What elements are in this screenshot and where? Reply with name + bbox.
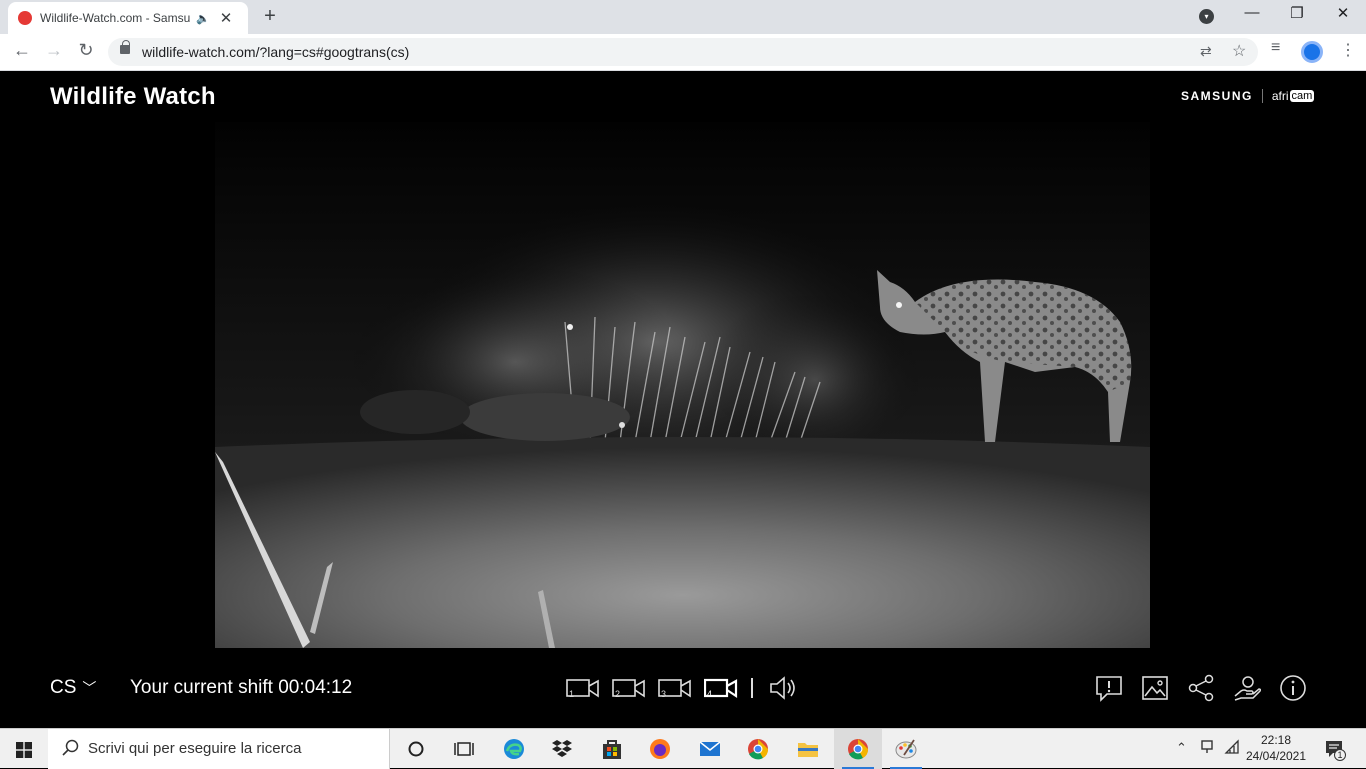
paint-palette-icon	[895, 739, 917, 759]
file-explorer-app[interactable]	[784, 729, 832, 769]
chrome-app-1[interactable]	[734, 729, 782, 769]
share-icon	[1188, 674, 1214, 702]
browser-tab-strip: Wildlife-Watch.com - Samsung 🔈 ✕ + ▾ — ❐…	[0, 0, 1366, 34]
volume-button[interactable]	[768, 674, 796, 702]
chrome-icon	[748, 739, 769, 760]
cortana-circle-icon	[408, 741, 424, 757]
camera-4-button-selected[interactable]: 4	[703, 676, 738, 700]
minimize-button[interactable]: —	[1240, 4, 1264, 21]
info-icon	[1280, 675, 1306, 701]
edge-app[interactable]	[490, 729, 538, 769]
camera-1-button[interactable]: 1	[566, 676, 600, 700]
windows-start-icon[interactable]	[16, 742, 32, 758]
tab-close-icon[interactable]: ✕	[220, 9, 233, 27]
windows-taskbar: Scrivi qui per eseguire la ricerca ⌃ 22:…	[0, 728, 1366, 769]
task-view-button[interactable]	[440, 729, 488, 769]
search-placeholder: Scrivi qui per eseguire la ricerca	[88, 740, 302, 757]
paint-app[interactable]	[882, 729, 930, 769]
language-selector[interactable]: CS ﹀	[50, 677, 96, 699]
cortana-button[interactable]	[392, 729, 440, 769]
store-bag-icon	[603, 740, 621, 759]
image-icon	[1142, 676, 1168, 700]
browser-tab[interactable]: Wildlife-Watch.com - Samsung 🔈 ✕	[8, 2, 248, 34]
dropbox-icon	[552, 740, 572, 757]
africam-logo-highlight: cam	[1289, 90, 1315, 102]
tab-search-icon[interactable]: ▾	[1199, 9, 1214, 24]
taskbar-search-box[interactable]: Scrivi qui per eseguire la ricerca	[48, 729, 390, 769]
task-view-icon	[454, 742, 474, 756]
new-tab-button[interactable]: +	[258, 5, 282, 28]
video-camera-icon: 3	[658, 679, 691, 699]
speaker-icon	[770, 676, 795, 700]
svg-text:2: 2	[615, 689, 620, 699]
edge-icon	[504, 739, 524, 759]
url-text[interactable]: wildlife-watch.com/?lang=cs#googtrans(cs…	[142, 44, 409, 60]
back-button[interactable]: ←	[10, 40, 34, 61]
store-app[interactable]	[588, 729, 636, 769]
hand-heart-icon	[1234, 676, 1262, 701]
share-button[interactable]	[1187, 674, 1215, 702]
video-camera-icon: 2	[612, 679, 645, 699]
restore-button[interactable]: ❐	[1285, 4, 1309, 22]
reading-list-icon[interactable]: ≡	[1271, 39, 1280, 57]
firefox-icon	[650, 739, 670, 759]
clock-time: 22:18	[1260, 733, 1292, 747]
svg-text:3: 3	[661, 689, 666, 699]
network-device-icon[interactable]	[1200, 739, 1214, 758]
info-button[interactable]	[1279, 674, 1307, 702]
shift-timer: 00:04:12	[278, 677, 353, 698]
donate-button[interactable]	[1233, 674, 1262, 702]
brand-divider	[1261, 89, 1263, 103]
forward-button[interactable]: →	[42, 40, 66, 61]
system-clock[interactable]: 22:18 24/04/2021	[1236, 732, 1316, 764]
notification-center-button[interactable]: 1	[1324, 739, 1346, 761]
audio-playing-icon[interactable]: 🔈	[196, 12, 210, 25]
report-button[interactable]	[1095, 674, 1123, 702]
window-close-button[interactable]: ✕	[1331, 4, 1355, 22]
camera-3-button[interactable]: 3	[658, 676, 692, 700]
camera-2-button[interactable]: 2	[612, 676, 646, 700]
browser-toolbar: ← → ↻ wildlife-watch.com/?lang=cs#googtr…	[0, 34, 1366, 71]
recording-icon	[18, 11, 32, 25]
folder-icon	[798, 743, 818, 757]
chevron-down-icon: ﹀	[82, 680, 97, 696]
firefox-app[interactable]	[636, 729, 684, 769]
live-camera-video[interactable]	[215, 122, 1150, 648]
svg-text:1: 1	[569, 689, 574, 699]
chrome-app-active[interactable]	[834, 729, 882, 769]
bookmark-star-icon[interactable]: ☆	[1232, 41, 1246, 61]
controls-divider	[751, 678, 753, 698]
mail-envelope-icon	[699, 741, 721, 756]
browser-menu-icon[interactable]: ⋮	[1340, 40, 1356, 60]
mail-app[interactable]	[686, 729, 734, 769]
dropbox-app[interactable]	[538, 729, 586, 769]
svg-text:4: 4	[707, 689, 712, 699]
translate-icon[interactable]: ⇄	[1200, 43, 1212, 60]
video-camera-icon: 1	[566, 679, 599, 699]
language-code: CS	[50, 677, 77, 698]
tab-title: Wildlife-Watch.com - Samsung	[40, 11, 190, 25]
report-alert-icon	[1096, 676, 1122, 702]
shift-label: Your current shift	[130, 677, 273, 698]
brand-logos: SAMSUNG afri cam	[1181, 89, 1315, 103]
chrome-icon	[848, 739, 869, 760]
search-icon	[62, 739, 79, 756]
clock-date: 24/04/2021	[1245, 749, 1307, 763]
notification-count: 1	[1334, 749, 1346, 761]
address-bar[interactable]: wildlife-watch.com/?lang=cs#googtrans(cs…	[108, 38, 1258, 66]
profile-avatar[interactable]	[1301, 41, 1323, 63]
snapshot-button[interactable]	[1141, 674, 1169, 702]
video-camera-icon: 4	[703, 678, 738, 699]
current-shift: Your current shift 00:04:12	[130, 677, 352, 699]
site-logo-title[interactable]: Wildlife Watch	[50, 83, 216, 111]
africam-logo-text: afri	[1271, 89, 1289, 103]
tray-expand-icon[interactable]: ⌃	[1176, 740, 1187, 756]
night-vision-scene	[215, 122, 1150, 648]
samsung-logo: SAMSUNG	[1181, 89, 1253, 103]
lock-icon[interactable]	[120, 40, 130, 54]
reload-button[interactable]: ↻	[74, 40, 98, 61]
